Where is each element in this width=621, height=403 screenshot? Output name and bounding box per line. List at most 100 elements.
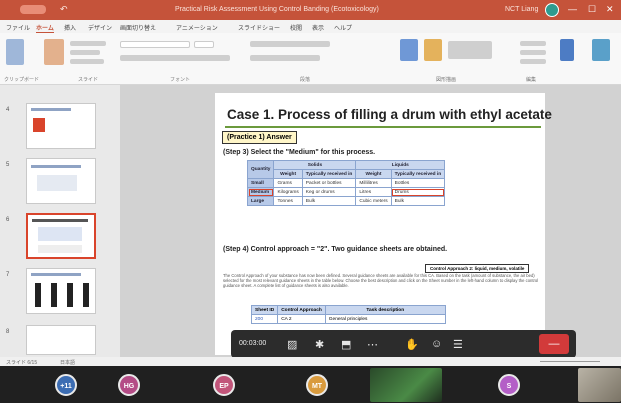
chat-icon[interactable]: ☰ [453, 338, 463, 351]
undo-icon[interactable]: ↶ [60, 4, 68, 15]
table-row: 200 CA 2 General principles [250, 314, 446, 324]
sheet-id-link[interactable]: 200 [250, 314, 279, 324]
tab-review[interactable]: 校閲 [290, 23, 302, 32]
control-approach-box: Control Approach 2: liquid, medium, vola… [425, 264, 530, 273]
participant-avatar[interactable]: EP [213, 374, 235, 396]
reset-button[interactable] [70, 50, 100, 55]
slide-thumbnail-8[interactable] [26, 325, 96, 355]
table-cell: Tonnes [273, 196, 303, 206]
ribbon-tabs: ファイル ホーム 挿入 デザイン 画面切り替え アニメーション スライドショー … [0, 20, 621, 34]
header-solid-weight: Weight [273, 169, 303, 179]
camera-off-icon[interactable]: ▨ [287, 338, 297, 351]
table-cell: Large [246, 196, 275, 206]
table-cell: CA 2 [277, 314, 326, 324]
participant-avatar[interactable]: +11 [55, 374, 77, 396]
slide-number: 8 [6, 329, 10, 335]
table-row: Medium Kilograms Keg or drums Litres Dru… [246, 187, 446, 197]
table-cell: Packet or bottles [301, 178, 357, 188]
user-avatar[interactable] [545, 3, 559, 17]
slide-number: 5 [6, 162, 10, 168]
select-button[interactable] [520, 59, 546, 64]
group-editing-label: 編集 [526, 77, 537, 83]
header-control-approach: Control Approach [277, 305, 326, 315]
user-name: NCT Liang [505, 6, 539, 13]
group-font-label: フォント [170, 77, 191, 83]
participants-strip: +11 HG EP MT S [0, 366, 621, 403]
zoom-slider[interactable] [540, 361, 600, 362]
slide-thumbnail-6[interactable] [26, 213, 96, 259]
alignment-buttons[interactable] [250, 55, 320, 61]
current-slide[interactable]: Case 1. Process of filling a drum with e… [215, 93, 552, 355]
tab-insert[interactable]: 挿入 [64, 23, 76, 32]
quick-styles-button[interactable] [448, 41, 492, 59]
minimize-button[interactable]: — [568, 4, 577, 14]
header-sheet-id: Sheet ID [250, 305, 279, 315]
table-cell: Bottles [390, 178, 446, 188]
autosave-toggle[interactable] [20, 5, 46, 14]
status-bar: スライド 6/15 日本語 [0, 357, 621, 366]
reactions-icon[interactable]: ☺ [431, 338, 442, 350]
tab-file[interactable]: ファイル [6, 23, 30, 32]
dictate-button[interactable] [560, 39, 574, 61]
tab-transitions[interactable]: 画面切り替え [120, 23, 156, 32]
layout-button[interactable] [70, 41, 106, 46]
tab-help[interactable]: ヘルプ [334, 23, 352, 32]
table-cell: General principles [324, 314, 446, 324]
table-cell: Keg or drums [301, 187, 357, 197]
table-cell: Cubic meters [355, 196, 392, 206]
replace-button[interactable] [520, 50, 546, 55]
font-size-select[interactable] [194, 41, 214, 48]
table-row: Large Tonnes Bulk Cubic meters Bulk [246, 196, 446, 206]
participant-avatar[interactable]: HG [118, 374, 140, 396]
mic-off-icon[interactable]: ✱ [315, 338, 324, 351]
group-paragraph-label: 段落 [300, 77, 311, 83]
table-cell: Small [246, 178, 275, 188]
section-button[interactable] [70, 59, 104, 64]
guidance-paragraph: The Control Approach of your substance h… [223, 273, 539, 289]
font-name-select[interactable] [120, 41, 190, 48]
participant-avatar[interactable]: MT [306, 374, 328, 396]
quantity-table: Quantity Solids Liquids Weight Typically… [246, 160, 446, 206]
share-screen-icon[interactable]: ⬒ [341, 338, 351, 351]
more-options-icon[interactable]: ⋯ [367, 338, 378, 351]
table-cell: Bulk [301, 196, 357, 206]
maximize-button[interactable]: ☐ [588, 4, 596, 15]
header-solid-typical: Typically received in [301, 169, 357, 179]
slide-thumbnail-4[interactable] [26, 103, 96, 149]
paragraph-buttons[interactable] [250, 41, 330, 47]
slide-number: 6 [6, 217, 10, 223]
font-style-buttons[interactable] [120, 55, 230, 61]
slide-thumbnail-5[interactable] [26, 158, 96, 204]
header-liquid-weight: Weight [355, 169, 392, 179]
arrange-button[interactable] [424, 39, 442, 61]
group-slides-label: スライド [78, 77, 99, 83]
tab-view[interactable]: 表示 [312, 23, 324, 32]
guidance-sheet-table: Sheet ID Control Approach Task descripti… [250, 305, 446, 324]
table-cell: Litres [355, 187, 392, 197]
table-row: Small Grams Packet or bottles Millilitre… [246, 178, 446, 188]
slide-thumbnail-7[interactable] [26, 268, 96, 314]
table-cell: Grams [273, 178, 303, 188]
close-button[interactable]: ✕ [606, 4, 614, 15]
header-solids: Solids [273, 160, 357, 170]
table-cell: Kilograms [273, 187, 303, 197]
slide-count: スライド 6/15 [6, 360, 38, 366]
leave-call-button[interactable]: — [539, 334, 569, 354]
find-button[interactable] [520, 41, 546, 46]
shapes-gallery[interactable] [400, 39, 418, 61]
participant-avatar[interactable]: S [498, 374, 520, 396]
new-slide-button[interactable] [44, 39, 64, 65]
designer-button[interactable] [592, 39, 610, 61]
participant-video[interactable] [578, 368, 621, 402]
header-task-description: Task description [324, 305, 446, 315]
title-bar: ↶ Practical Risk Assessment Using Contro… [0, 0, 621, 20]
tab-slideshow[interactable]: スライドショー [238, 23, 280, 32]
slide-editor: Case 1. Process of filling a drum with e… [120, 85, 621, 357]
paste-button[interactable] [6, 39, 24, 65]
participant-video[interactable] [370, 368, 442, 402]
ribbon-toolbar: クリップボード スライド フォント 段落 図形描画 編集 [0, 33, 621, 85]
tab-design[interactable]: デザイン [88, 23, 112, 32]
tab-animations[interactable]: アニメーション [176, 23, 218, 32]
title-divider [225, 126, 541, 128]
raise-hand-icon[interactable]: ✋ [405, 338, 419, 351]
